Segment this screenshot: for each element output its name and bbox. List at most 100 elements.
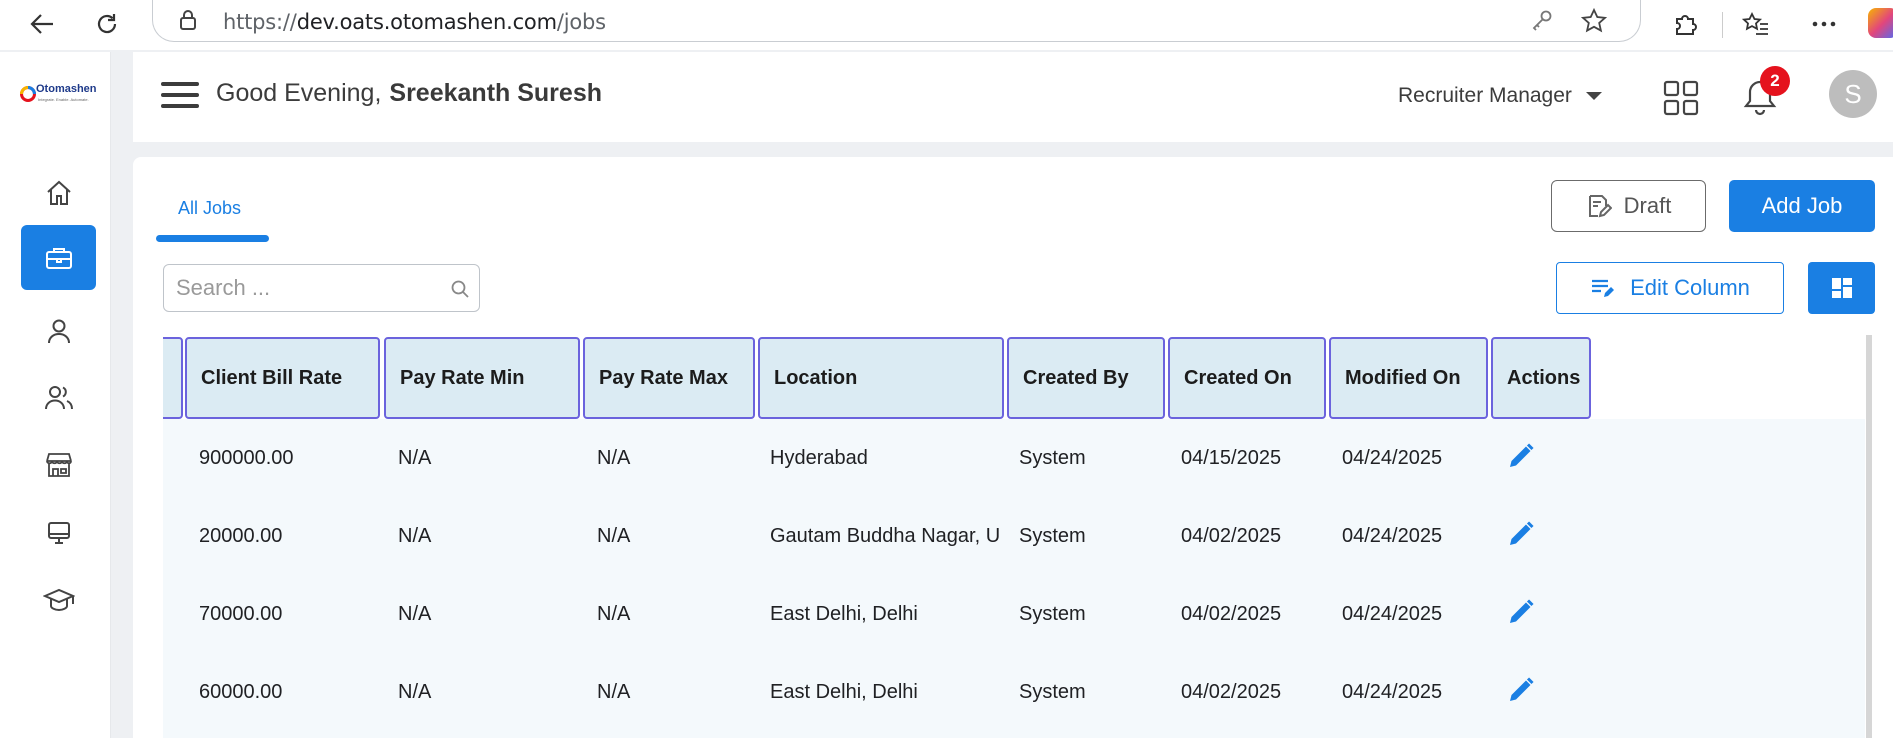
search-input[interactable] [176, 265, 436, 310]
graduation-cap-icon [42, 588, 75, 611]
table-header: Client Bill Rate Pay Rate Min Pay Rate M… [163, 337, 1865, 419]
table-header-cell-hidden[interactable] [163, 337, 183, 419]
jobs-table: Client Bill Rate Pay Rate Min Pay Rate M… [163, 337, 1865, 738]
copilot-icon[interactable] [1868, 8, 1893, 38]
more-horizontal-icon [1812, 21, 1836, 27]
sidebar-item-candidate[interactable] [21, 298, 96, 363]
edit-pencil-icon[interactable] [1507, 676, 1535, 704]
toolbar-divider [1722, 12, 1723, 38]
column-header-pay-rate-min[interactable]: Pay Rate Min [384, 337, 580, 419]
column-header-location[interactable]: Location [758, 337, 1004, 419]
cell-created-by: System [1019, 524, 1086, 547]
user-icon [47, 319, 70, 343]
address-bar[interactable]: https://dev.oats.otomashen.com/jobs [152, 0, 1641, 42]
cell-created-on: 04/02/2025 [1181, 680, 1282, 703]
dashboard-layout-icon [1831, 278, 1852, 298]
briefcase-icon [45, 247, 72, 269]
browser-toolbar: https://dev.oats.otomashen.com/jobs [0, 0, 1893, 50]
search-box [163, 264, 480, 312]
cell-pay-rate-max: N/A [597, 680, 631, 703]
cell-location: Hyderabad [770, 446, 868, 469]
cell-modified-on: 04/24/2025 [1342, 602, 1443, 625]
sidebar-item-users[interactable] [21, 364, 96, 429]
menu-toggle-icon[interactable] [161, 82, 199, 108]
cell-created-by: System [1019, 680, 1086, 703]
sidebar-item-interviews[interactable] [21, 500, 96, 565]
cell-pay-rate-min: N/A [398, 680, 432, 703]
app-sidebar: Otomashen Integrate. Enable. Automate. [0, 52, 111, 738]
sidebar-item-vendors[interactable] [21, 432, 96, 497]
cell-location: East Delhi, Delhi [770, 602, 918, 625]
cell-pay-rate-max: N/A [597, 446, 631, 469]
table-row[interactable]: 70000.00 N/A N/A East Delhi, Delhi Syste… [163, 575, 1865, 653]
table-row[interactable]: 20000.00 N/A N/A Gautam Buddha Nagar, Ut… [163, 497, 1865, 575]
cell-modified-on: 04/24/2025 [1342, 680, 1443, 703]
favorite-star-icon[interactable] [1581, 8, 1607, 34]
cell-client-bill-rate: 60000.00 [199, 680, 283, 703]
table-row[interactable]: 900000.00 N/A N/A Hyderabad System 04/15… [163, 419, 1865, 497]
cell-created-on: 04/15/2025 [1181, 446, 1282, 469]
cell-location: East Delhi, Delhi [770, 680, 918, 703]
cell-created-on: 04/02/2025 [1181, 602, 1282, 625]
sidebar-item-jobs[interactable] [21, 225, 96, 290]
edit-column-button[interactable]: Edit Column [1556, 262, 1784, 314]
lock-icon [180, 10, 196, 30]
column-header-created-on[interactable]: Created On [1168, 337, 1326, 419]
table-row[interactable]: 60000.00 N/A N/A East Delhi, Delhi Syste… [163, 653, 1865, 731]
cell-client-bill-rate: 20000.00 [199, 524, 283, 547]
column-header-modified-on[interactable]: Modified On [1329, 337, 1488, 419]
refresh-icon [97, 14, 117, 34]
cell-client-bill-rate: 70000.00 [199, 602, 283, 625]
column-header-pay-rate-max[interactable]: Pay Rate Max [583, 337, 755, 419]
notification-badge: 2 [1760, 66, 1790, 96]
edit-pencil-icon[interactable] [1507, 442, 1535, 470]
cell-pay-rate-max: N/A [597, 524, 631, 547]
cell-pay-rate-min: N/A [398, 602, 432, 625]
more-menu-button[interactable] [1806, 6, 1842, 42]
column-header-actions[interactable]: Actions [1491, 337, 1591, 419]
favorites-list-icon [1742, 11, 1768, 35]
home-icon [46, 180, 71, 205]
favorites-button[interactable] [1738, 6, 1774, 42]
tab-active-indicator [156, 235, 269, 242]
tab-all-jobs[interactable]: All Jobs [156, 192, 269, 242]
edit-pencil-icon[interactable] [1507, 520, 1535, 548]
role-selector[interactable]: Recruiter Manager [1398, 84, 1602, 108]
extensions-button[interactable] [1668, 6, 1704, 42]
monitor-icon [47, 521, 70, 544]
table-scrollbar[interactable] [1866, 335, 1872, 738]
edit-list-icon [1592, 279, 1615, 297]
caret-down-icon [1585, 92, 1602, 100]
puzzle-icon [1676, 15, 1697, 35]
column-header-created-by[interactable]: Created By [1007, 337, 1165, 419]
cell-pay-rate-min: N/A [398, 524, 432, 547]
table-body: 900000.00 N/A N/A Hyderabad System 04/15… [163, 419, 1865, 738]
avatar[interactable]: S [1829, 70, 1877, 118]
cell-modified-on: 04/24/2025 [1342, 524, 1443, 547]
cell-pay-rate-max: N/A [597, 602, 631, 625]
cell-created-by: System [1019, 602, 1086, 625]
key-icon[interactable] [1531, 9, 1553, 31]
edit-pencil-icon[interactable] [1507, 598, 1535, 626]
cell-created-on: 04/02/2025 [1181, 524, 1282, 547]
column-header-client-bill-rate[interactable]: Client Bill Rate [185, 337, 380, 419]
sidebar-item-home[interactable] [21, 160, 96, 225]
search-icon[interactable] [450, 279, 470, 299]
cell-pay-rate-min: N/A [398, 446, 432, 469]
users-icon [44, 385, 73, 409]
otomashen-logo: Otomashen Integrate. Enable. Automate. [20, 82, 98, 108]
back-button[interactable] [24, 6, 60, 42]
refresh-button[interactable] [89, 6, 125, 42]
arrow-left-icon [30, 14, 53, 34]
cell-client-bill-rate: 900000.00 [199, 446, 294, 469]
store-icon [45, 452, 72, 477]
layout-toggle-button[interactable] [1808, 262, 1875, 314]
greeting: Good Evening, Sreekanth Suresh [216, 79, 602, 107]
draft-button[interactable]: Draft [1551, 180, 1706, 232]
sidebar-item-training[interactable] [21, 567, 96, 632]
draft-edit-icon [1588, 195, 1612, 218]
cell-modified-on: 04/24/2025 [1342, 446, 1443, 469]
add-job-button[interactable]: Add Job [1729, 180, 1875, 232]
apps-grid-icon[interactable] [1663, 80, 1699, 116]
url-text: https://dev.oats.otomashen.com/jobs [223, 10, 606, 34]
